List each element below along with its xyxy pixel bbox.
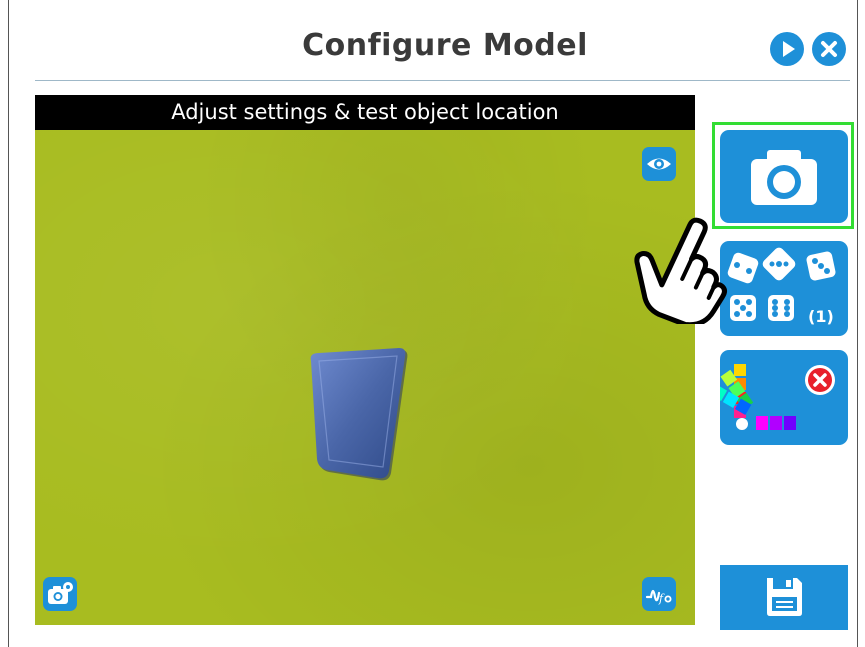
window-border-left (8, 0, 9, 647)
sample-count: (1) (808, 307, 834, 326)
save-icon (767, 578, 802, 616)
save-button[interactable] (720, 565, 848, 630)
eye-icon (647, 158, 671, 170)
selected-highlight (712, 122, 854, 229)
camera-view[interactable]: Adjust settings & test object location f (35, 95, 695, 625)
samples-button[interactable]: (1) (720, 241, 848, 336)
color-palette-icon (710, 364, 835, 430)
play-button[interactable] (770, 32, 804, 66)
camera-settings-icon (48, 582, 73, 604)
close-button[interactable] (812, 32, 846, 66)
window-border-right (857, 0, 858, 647)
close-icon (821, 41, 837, 57)
signal-function-icon: f (645, 589, 672, 605)
page-title: Configure Model (302, 28, 588, 63)
pointer-hand-icon (634, 217, 728, 324)
svg-text:f: f (658, 592, 665, 605)
camera-settings-button[interactable] (43, 577, 77, 611)
color-filter-button[interactable] (710, 350, 848, 445)
visibility-toggle-button[interactable] (642, 147, 676, 181)
play-icon (783, 41, 795, 57)
detected-object (310, 348, 408, 481)
signal-settings-button[interactable]: f (642, 577, 676, 611)
camera-banner: Adjust settings & test object location (35, 95, 695, 130)
header-divider (35, 80, 850, 81)
